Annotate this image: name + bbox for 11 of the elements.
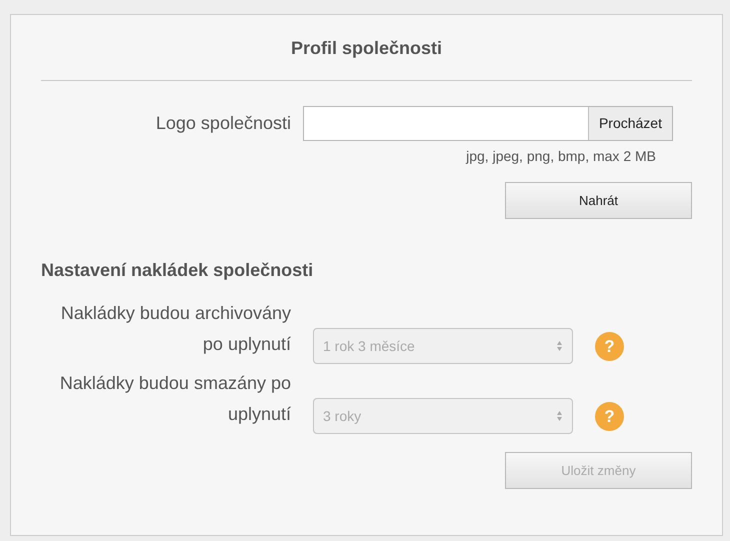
- select-arrows-icon: [556, 410, 563, 422]
- field-label: Logo společnosti: [154, 112, 291, 135]
- setting-label: Nakládky budou smazány po uplynutí: [58, 372, 291, 426]
- file-hint: jpg, jpeg, png, bmp, max 2 MB: [466, 147, 656, 166]
- setting-label: Nakládky budou archivovány po uplynutí: [60, 302, 291, 356]
- panel-title: Profil společnosti: [290, 37, 442, 60]
- upload-button[interactable]: Nahrát: [505, 182, 692, 219]
- section-title: Nastavení nakládek společnosti: [41, 259, 314, 282]
- file-field[interactable]: Procházet: [303, 106, 673, 141]
- browse-button[interactable]: Procházet: [588, 107, 672, 140]
- select-arrows-icon: [556, 340, 563, 352]
